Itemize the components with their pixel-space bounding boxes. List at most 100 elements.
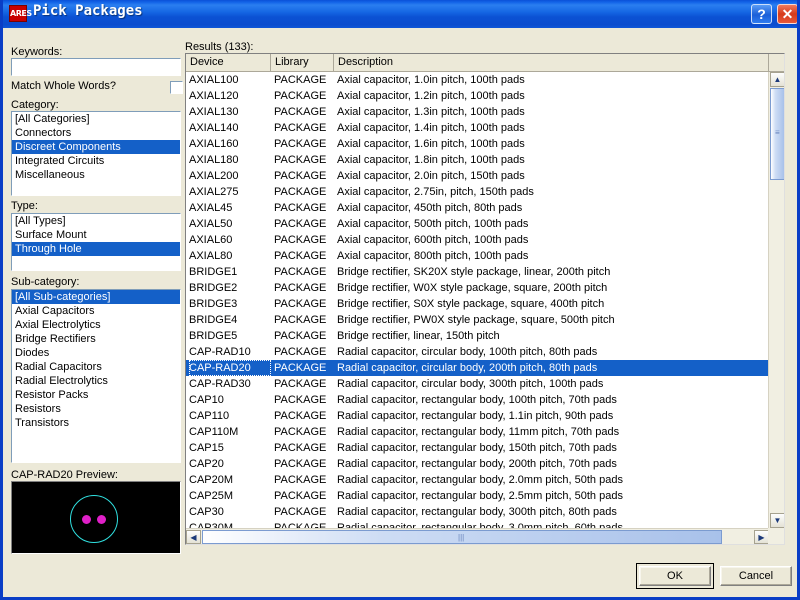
cell-library: PACKAGE (274, 154, 327, 166)
category-item-label: Connectors (15, 127, 72, 139)
subcategory-item[interactable]: Resistors (12, 402, 180, 416)
table-row[interactable]: CAP-RAD10 PACKAGE Radial capacitor, circul… (186, 344, 769, 360)
ok-button[interactable]: OK (639, 566, 711, 586)
subcategory-item[interactable]: Bridge Rectifiers (12, 332, 180, 346)
preview-label: CAP-RAD20 Preview: (11, 469, 118, 481)
table-row[interactable]: AXIAL140 PACKAGE Axial capacitor, 1.4in pi… (186, 120, 769, 136)
subcategory-item[interactable]: Axial Electrolytics (12, 318, 180, 332)
cell-device: AXIAL80 (189, 250, 233, 262)
table-row[interactable]: BRIDGE4 PACKAGE Bridge rectifier, PW0X sty… (186, 312, 769, 328)
table-row[interactable]: CAP10 PACKAGE Radial capacitor, rectangula… (186, 392, 769, 408)
subcategory-item-label: Axial Electrolytics (15, 319, 101, 331)
category-listbox[interactable]: [All Categories] Connectors Discreet Compo… (11, 111, 181, 196)
results-vertical-scrollbar[interactable]: ▲ ≡ ▼ (768, 72, 784, 528)
table-row[interactable]: BRIDGE2 PACKAGE Bridge rectifier, W0X styl… (186, 280, 769, 296)
type-item-label: Surface Mount (15, 229, 87, 241)
table-row[interactable]: CAP30M PACKAGE Radial capacitor, rectangul… (186, 520, 769, 528)
table-row[interactable]: AXIAL45 PACKAGE Axial capacitor, 450th pit… (186, 200, 769, 216)
subcategory-item-label: Resistors (15, 403, 61, 415)
type-item[interactable]: [All Types] (12, 214, 180, 228)
cell-library: PACKAGE (274, 410, 327, 422)
vertical-thumb-grip-icon: ≡ (775, 128, 780, 137)
subcategory-item[interactable]: [All Sub-categories] (12, 290, 180, 304)
keywords-input[interactable] (11, 58, 181, 76)
category-item[interactable]: Integrated Circuits (12, 154, 180, 168)
table-row[interactable]: BRIDGE1 PACKAGE Bridge rectifier, SK20X st… (186, 264, 769, 280)
cell-description: Axial capacitor, 2.0in pitch, 150th pads (337, 170, 525, 182)
category-item[interactable]: Connectors (12, 126, 180, 140)
cell-device: CAP110M (189, 426, 239, 438)
table-row[interactable]: AXIAL80 PACKAGE Axial capacitor, 800th pit… (186, 248, 769, 264)
table-row[interactable]: BRIDGE5 PACKAGE Bridge rectifier, linear, … (186, 328, 769, 344)
cell-description: Axial capacitor, 1.4in pitch, 100th pads (337, 122, 525, 134)
results-grid[interactable]: Device Library Description AXIAL100 PACKA… (185, 53, 785, 545)
package-preview (11, 481, 181, 554)
table-row[interactable]: CAP110 PACKAGE Radial capacitor, rectangul… (186, 408, 769, 424)
close-button[interactable]: ✕ (777, 4, 797, 24)
scroll-up-arrow-icon[interactable]: ▲ (770, 72, 784, 87)
preview-body-outline-icon (70, 495, 118, 543)
table-row[interactable]: CAP15 PACKAGE Radial capacitor, rectangula… (186, 440, 769, 456)
subcategory-item[interactable]: Radial Capacitors (12, 360, 180, 374)
category-item[interactable]: Miscellaneous (12, 168, 180, 182)
table-row[interactable]: AXIAL50 PACKAGE Axial capacitor, 500th pit… (186, 216, 769, 232)
cell-description: Bridge rectifier, linear, 150th pitch (337, 330, 500, 342)
table-row[interactable]: CAP-RAD20 PACKAGE Radial capacitor, circul… (186, 360, 769, 376)
subcategory-item[interactable]: Axial Capacitors (12, 304, 180, 318)
type-listbox[interactable]: [All Types] Surface Mount Through Hole (11, 213, 181, 271)
category-item[interactable]: Discreet Components (12, 140, 180, 154)
horizontal-scroll-thumb[interactable]: ||| (202, 530, 722, 544)
cell-description: Radial capacitor, circular body, 300th p… (337, 378, 604, 390)
horizontal-thumb-grip-icon: ||| (458, 533, 465, 542)
table-row[interactable]: CAP-RAD30 PACKAGE Radial capacitor, circul… (186, 376, 769, 392)
column-header-device[interactable]: Device (186, 54, 271, 71)
cell-description: Radial capacitor, rectangular body, 2.5m… (337, 490, 623, 502)
table-row[interactable]: CAP110M PACKAGE Radial capacitor, rectangu… (186, 424, 769, 440)
match-whole-words-checkbox[interactable] (170, 81, 183, 94)
table-row[interactable]: CAP30 PACKAGE Radial capacitor, rectangula… (186, 504, 769, 520)
title-bar[interactable]: ARES Pick Packages ? ✕ (3, 0, 797, 28)
scroll-left-arrow-icon[interactable]: ◀ (186, 530, 201, 544)
scroll-right-arrow-icon[interactable]: ▶ (754, 530, 769, 544)
table-row[interactable]: AXIAL120 PACKAGE Axial capacitor, 1.2in pi… (186, 88, 769, 104)
results-horizontal-scrollbar[interactable]: ◀ ||| ▶ (186, 528, 769, 544)
category-item-label: Integrated Circuits (15, 155, 105, 167)
cancel-button[interactable]: Cancel (720, 566, 792, 586)
subcategory-listbox[interactable]: [All Sub-categories] Axial Capacitors Axia… (11, 289, 181, 463)
subcategory-item[interactable]: Diodes (12, 346, 180, 360)
cell-description: Axial capacitor, 1.3in pitch, 100th pads (337, 106, 525, 118)
subcategory-item-label: [All Sub-categories] (15, 291, 111, 303)
table-row[interactable]: BRIDGE3 PACKAGE Bridge rectifier, S0X styl… (186, 296, 769, 312)
cell-library: PACKAGE (274, 218, 327, 230)
table-row[interactable]: AXIAL100 PACKAGE Axial capacitor, 1.0in pi… (186, 72, 769, 88)
table-row[interactable]: AXIAL160 PACKAGE Axial capacitor, 1.6in pi… (186, 136, 769, 152)
cell-device: AXIAL120 (189, 90, 239, 102)
table-row[interactable]: CAP20 PACKAGE Radial capacitor, rectangula… (186, 456, 769, 472)
help-button[interactable]: ? (751, 4, 772, 24)
column-header-library[interactable]: Library (271, 54, 334, 71)
table-row[interactable]: AXIAL200 PACKAGE Axial capacitor, 2.0in pi… (186, 168, 769, 184)
type-item[interactable]: Through Hole (12, 242, 180, 256)
cell-library: PACKAGE (274, 346, 327, 358)
table-row[interactable]: AXIAL130 PACKAGE Axial capacitor, 1.3in pi… (186, 104, 769, 120)
cell-library: PACKAGE (274, 186, 327, 198)
table-row[interactable]: AXIAL275 PACKAGE Axial capacitor, 2.75in, … (186, 184, 769, 200)
category-item[interactable]: [All Categories] (12, 112, 180, 126)
scrollbar-corner (768, 528, 784, 544)
subcategory-item[interactable]: Radial Electrolytics (12, 374, 180, 388)
table-row[interactable]: CAP25M PACKAGE Radial capacitor, rectangul… (186, 488, 769, 504)
table-row[interactable]: AXIAL180 PACKAGE Axial capacitor, 1.8in pi… (186, 152, 769, 168)
cell-description: Radial capacitor, rectangular body, 150t… (337, 442, 617, 454)
subcategory-item[interactable]: Resistor Packs (12, 388, 180, 402)
scroll-down-arrow-icon[interactable]: ▼ (770, 513, 784, 528)
type-item[interactable]: Surface Mount (12, 228, 180, 242)
table-row[interactable]: CAP20M PACKAGE Radial capacitor, rectangul… (186, 472, 769, 488)
cell-description: Radial capacitor, rectangular body, 100t… (337, 394, 617, 406)
results-rows-container[interactable]: AXIAL100 PACKAGE Axial capacitor, 1.0in pi… (186, 72, 769, 528)
vertical-scroll-thumb[interactable]: ≡ (770, 88, 784, 180)
cell-description: Radial capacitor, rectangular body, 300t… (337, 506, 617, 518)
column-header-description[interactable]: Description (334, 54, 769, 71)
table-row[interactable]: AXIAL60 PACKAGE Axial capacitor, 600th pit… (186, 232, 769, 248)
cell-description: Radial capacitor, rectangular body, 2.0m… (337, 474, 623, 486)
subcategory-item[interactable]: Transistors (12, 416, 180, 430)
